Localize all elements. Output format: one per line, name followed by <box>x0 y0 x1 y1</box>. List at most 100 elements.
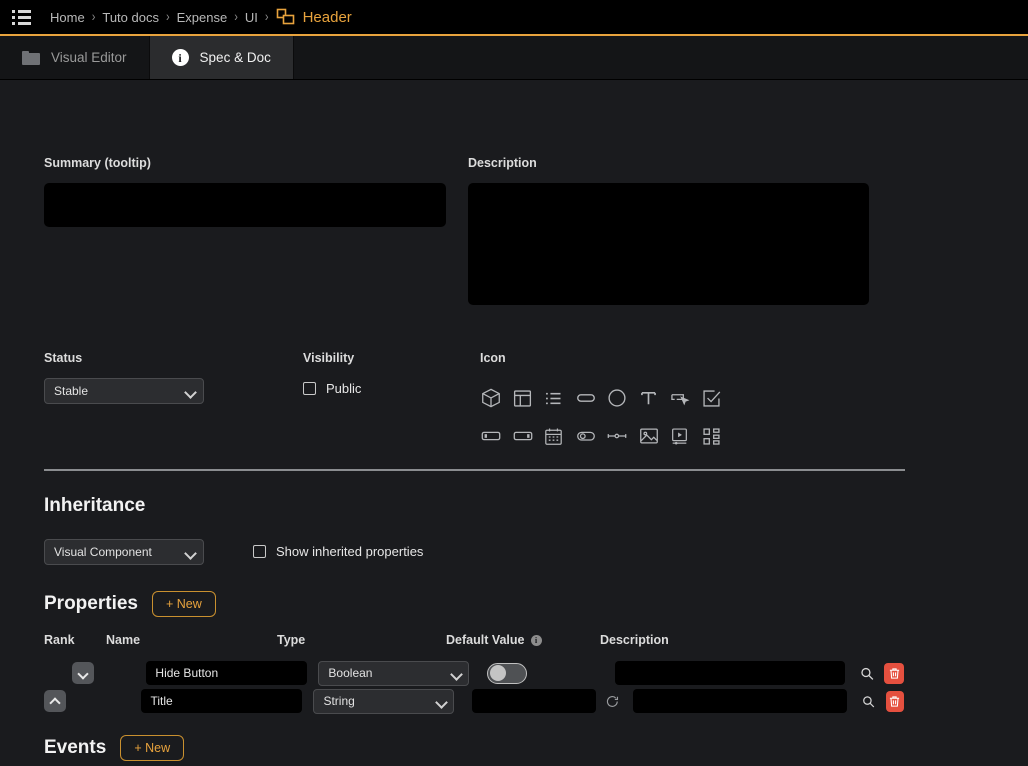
icon-option-widgets-qr[interactable] <box>701 426 733 447</box>
circle-icon <box>606 387 628 409</box>
property-name-input[interactable] <box>141 689 302 713</box>
icon-option-calendar[interactable] <box>543 426 575 447</box>
breadcrumb-item-expense[interactable]: Expense <box>177 10 228 25</box>
property-type-value: Boolean <box>328 666 372 680</box>
icon-option-list[interactable] <box>543 388 575 409</box>
events-new-button[interactable]: + New <box>120 735 184 761</box>
breadcrumb-current: Header <box>276 8 352 27</box>
public-checkbox[interactable] <box>303 382 316 395</box>
text-input-left-icon <box>480 425 502 447</box>
icon-option-text-input-left[interactable] <box>480 425 512 447</box>
property-type-select[interactable]: String <box>313 689 453 714</box>
chevron-down-icon <box>451 670 462 677</box>
tab-visual-editor[interactable]: Visual Editor <box>0 36 150 79</box>
show-inherited-properties-label: Show inherited properties <box>276 544 423 559</box>
chevron-down-icon <box>185 388 196 395</box>
breadcrumb-separator: › <box>92 10 96 25</box>
calendar-icon <box>543 426 564 447</box>
properties-col-rank: Rank <box>44 633 75 647</box>
rank-move-down-button[interactable] <box>72 662 94 684</box>
status-select-value: Stable <box>54 384 88 398</box>
properties-header: Properties + New <box>44 591 216 617</box>
property-name-input[interactable] <box>146 661 307 685</box>
breadcrumb-item-home[interactable]: Home <box>50 10 85 25</box>
component-icon <box>276 8 295 27</box>
property-type-select[interactable]: Boolean <box>318 661 469 686</box>
icon-option-circle[interactable] <box>606 387 638 409</box>
properties-table-header: Rank Name Type Default Valuei Descriptio… <box>44 633 944 649</box>
status-field-group: Status Stable <box>44 351 204 404</box>
description-label: Description <box>468 156 869 170</box>
breadcrumb: Home › Tuto docs › Expense › UI › Header <box>50 8 352 27</box>
show-inherited-properties-row[interactable]: Show inherited properties <box>253 544 423 559</box>
refresh-icon[interactable] <box>605 693 620 710</box>
chevron-down-icon <box>436 698 447 705</box>
info-icon[interactable]: i <box>531 635 542 646</box>
properties-col-name: Name <box>106 633 140 647</box>
description-textarea[interactable] <box>468 183 869 305</box>
breadcrumb-item-ui[interactable]: UI <box>245 10 258 25</box>
breadcrumb-separator: › <box>234 10 238 25</box>
cube-icon <box>480 387 502 409</box>
search-icon[interactable] <box>859 665 875 682</box>
icon-option-layout-panel[interactable] <box>512 388 544 409</box>
delete-property-button[interactable] <box>886 691 904 712</box>
rank-move-up-button[interactable] <box>44 690 66 712</box>
summary-input[interactable] <box>44 183 446 227</box>
icon-option-text[interactable] <box>638 388 670 409</box>
top-bar: Home › Tuto docs › Expense › UI › Header <box>0 0 1028 36</box>
slider-icon <box>606 425 628 447</box>
info-icon: i <box>172 49 189 66</box>
list-icon <box>543 388 564 409</box>
spec-doc-panel: Summary (tooltip) Description Status Sta… <box>0 80 1028 766</box>
icon-option-image[interactable] <box>638 425 670 447</box>
text-input-right-icon <box>512 425 534 447</box>
text-t-icon <box>638 388 659 409</box>
status-select[interactable]: Stable <box>44 378 204 404</box>
icon-option-toggle[interactable] <box>575 425 607 447</box>
icon-option-cube[interactable] <box>480 387 512 409</box>
property-description-input[interactable] <box>615 661 845 685</box>
summary-label: Summary (tooltip) <box>44 156 446 170</box>
trash-icon <box>888 667 901 680</box>
visibility-field-group: Visibility Public <box>303 351 361 396</box>
chevron-down-icon <box>185 549 196 556</box>
icon-option-button-cursor[interactable] <box>669 387 701 409</box>
icon-option-slider[interactable] <box>606 425 638 447</box>
events-title: Events <box>44 737 106 759</box>
property-default-value-input[interactable] <box>472 689 596 713</box>
icon-picker-label: Icon <box>480 351 732 365</box>
inheritance-select[interactable]: Visual Component <box>44 539 204 565</box>
trash-icon <box>888 695 901 708</box>
tab-spec-and-doc[interactable]: i Spec & Doc <box>150 36 294 79</box>
properties-new-button[interactable]: + New <box>152 591 216 617</box>
toggle-knob <box>490 665 506 681</box>
summary-field-group: Summary (tooltip) <box>44 156 446 227</box>
inheritance-section: Inheritance Visual Component <box>44 495 204 565</box>
status-label: Status <box>44 351 204 365</box>
list-menu-icon[interactable] <box>8 6 36 28</box>
search-icon[interactable] <box>861 693 876 710</box>
icon-option-video-player[interactable] <box>669 426 701 447</box>
icon-option-rounded-rect[interactable] <box>575 387 607 409</box>
delete-property-button[interactable] <box>884 663 904 684</box>
section-divider <box>44 469 905 471</box>
public-checkbox-row[interactable]: Public <box>303 381 361 396</box>
widgets-qr-icon <box>701 426 722 447</box>
icon-option-checkbox-check[interactable] <box>701 388 733 409</box>
show-inherited-properties-checkbox[interactable] <box>253 545 266 558</box>
breadcrumb-separator: › <box>166 10 170 25</box>
tab-bar: Visual Editor i Spec & Doc <box>0 36 1028 80</box>
tab-visual-editor-label: Visual Editor <box>51 50 127 65</box>
properties-col-description: Description <box>600 633 669 647</box>
icon-option-text-input-right[interactable] <box>512 425 544 447</box>
inheritance-select-value: Visual Component <box>54 545 152 559</box>
property-default-toggle[interactable] <box>487 663 527 684</box>
breadcrumb-item-tuto-docs[interactable]: Tuto docs <box>102 10 159 25</box>
events-header: Events + New <box>44 735 184 761</box>
property-description-input[interactable] <box>633 689 847 713</box>
table-row: String <box>44 687 904 715</box>
icon-picker-group: Icon <box>480 351 732 455</box>
events-section: Events + New Rank Name Description <box>44 735 184 761</box>
properties-title: Properties <box>44 593 138 615</box>
